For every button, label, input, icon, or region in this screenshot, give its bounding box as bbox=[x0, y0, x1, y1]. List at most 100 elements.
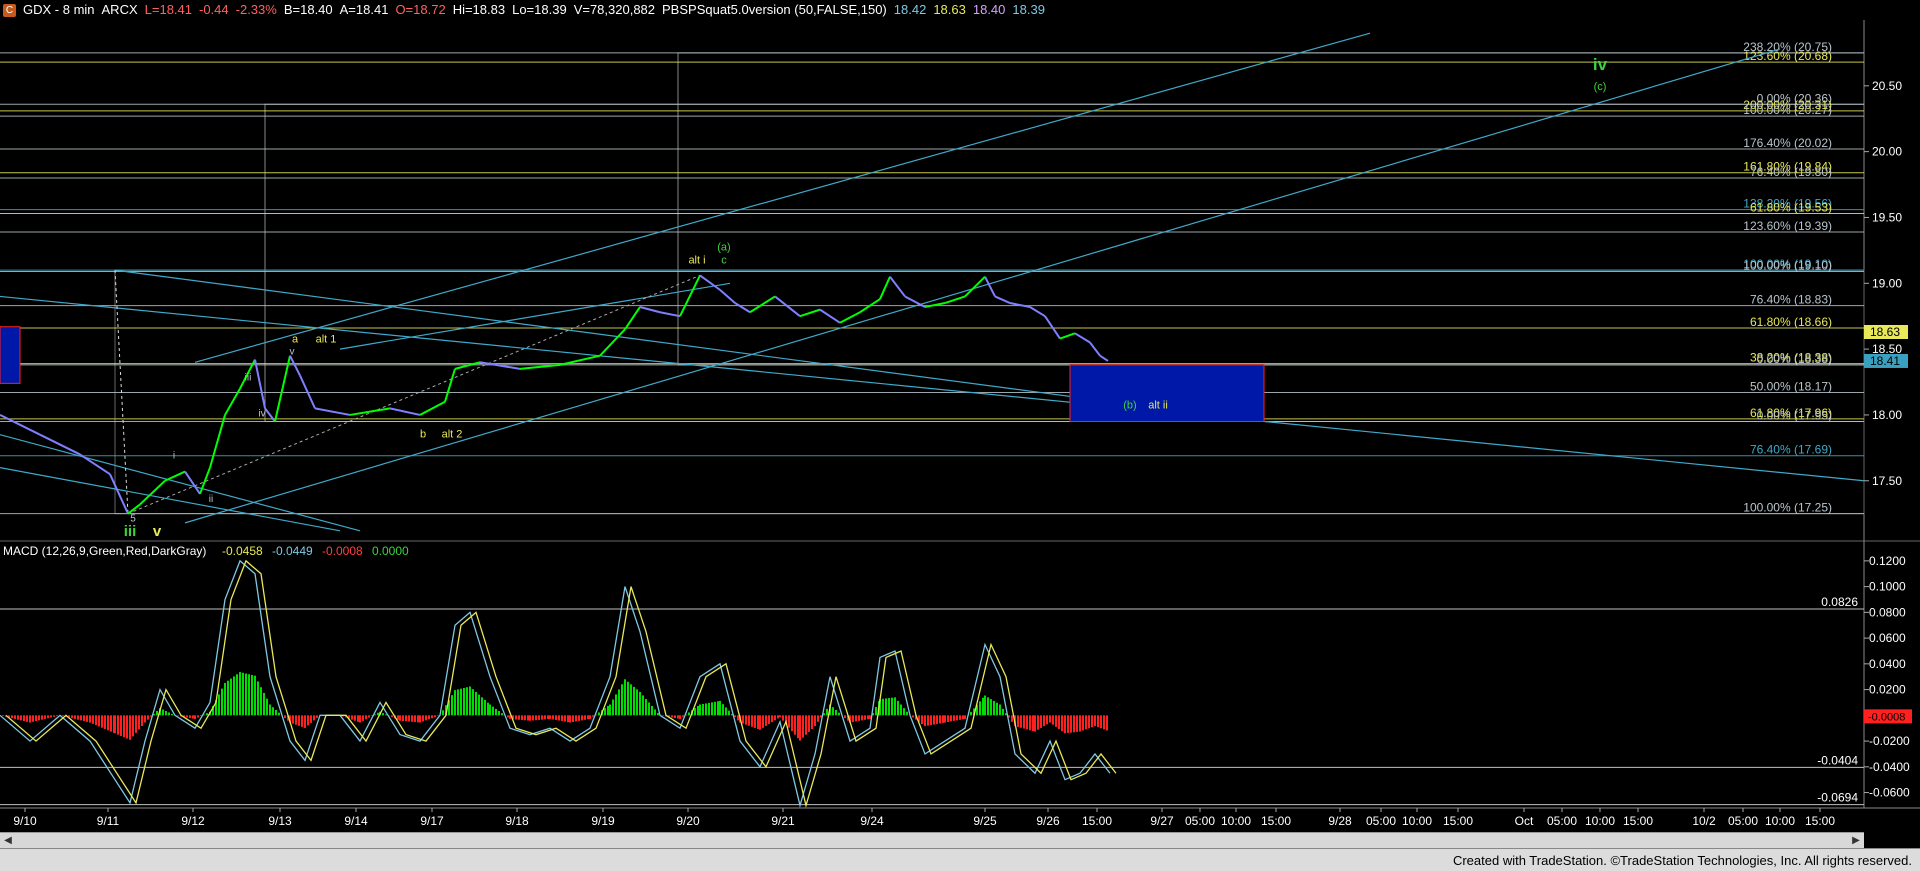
price-segment bbox=[599, 328, 626, 357]
fib-level-label: 100.00% (17.25) bbox=[1743, 501, 1832, 515]
price-tick-label: 20.00 bbox=[1872, 145, 1902, 159]
price-segment bbox=[139, 480, 166, 506]
price-segment bbox=[264, 407, 276, 423]
price-tick-label: 18.00 bbox=[1872, 408, 1902, 422]
time-tick-label: 9/14 bbox=[344, 814, 368, 828]
price-segment bbox=[799, 308, 821, 318]
wave-label: iv bbox=[258, 408, 265, 419]
macd-tick-label: 0.0200 bbox=[1869, 683, 1906, 697]
trend-line bbox=[339, 282, 731, 350]
fib-level-label: 100.00% (19.10) bbox=[1743, 258, 1832, 272]
wave-label: iii bbox=[245, 373, 252, 384]
wave-label: alt ii bbox=[1148, 399, 1168, 411]
price-segment bbox=[1074, 332, 1091, 344]
price-segment bbox=[79, 453, 111, 476]
macd-level-label: -0.0694 bbox=[1817, 791, 1858, 805]
price-segment bbox=[109, 473, 129, 515]
dashed-wave-line bbox=[127, 274, 701, 515]
wave-label: alt 2 bbox=[442, 428, 463, 440]
wave-label: c bbox=[721, 255, 727, 267]
price-segment bbox=[419, 400, 446, 416]
time-tick-label: 05:00 bbox=[1366, 814, 1396, 828]
price-tick-label: 20.50 bbox=[1872, 79, 1902, 93]
price-segment bbox=[719, 289, 736, 304]
time-tick-label: 15:00 bbox=[1082, 814, 1112, 828]
price-segment bbox=[127, 503, 141, 515]
price-segment bbox=[1089, 341, 1101, 357]
fib-level-label: 123.60% (19.39) bbox=[1743, 219, 1832, 233]
scroll-left-icon[interactable]: ◀ bbox=[0, 833, 16, 849]
trend-line bbox=[184, 48, 1781, 524]
price-segment bbox=[879, 276, 891, 300]
price-segment bbox=[314, 407, 351, 416]
macd-tick-label: 0.1000 bbox=[1869, 580, 1906, 594]
fib-box bbox=[677, 52, 1865, 366]
price-segment bbox=[184, 470, 201, 495]
price-segment bbox=[984, 276, 996, 297]
fib-box bbox=[114, 269, 1865, 515]
fib-level-label: 176.40% (20.02) bbox=[1743, 136, 1832, 150]
price-segment bbox=[209, 414, 226, 468]
fib-level-label: 61.80% (18.66) bbox=[1750, 315, 1832, 329]
wave-label: v bbox=[153, 523, 162, 540]
price-tick-label: 19.50 bbox=[1872, 210, 1902, 224]
horizontal-scrollbar[interactable]: ◀ ▶ bbox=[0, 832, 1864, 849]
time-tick-label: 9/13 bbox=[268, 814, 292, 828]
time-tick-label: Oct bbox=[1515, 814, 1534, 828]
time-tick-label: 15:00 bbox=[1805, 814, 1835, 828]
macd-tick-label: -0.0600 bbox=[1869, 786, 1910, 800]
indicator-price-label: 18.63 bbox=[1870, 325, 1900, 339]
fib-level-label: 76.40% (18.83) bbox=[1750, 293, 1832, 307]
fib-level-label: 61.80% (19.53) bbox=[1750, 201, 1832, 215]
price-chart[interactable]: 238.20% (20.75)123.60% (20.68)0.00% (20.… bbox=[0, 0, 1920, 832]
wave-label: (a) bbox=[717, 241, 730, 253]
macd-tick-label: 0.0400 bbox=[1869, 657, 1906, 671]
price-segment bbox=[299, 375, 316, 409]
macd-level-label: -0.0404 bbox=[1817, 753, 1858, 767]
time-tick-label: 9/17 bbox=[420, 814, 444, 828]
time-tick-label: 15:00 bbox=[1443, 814, 1473, 828]
wave-label: iii bbox=[124, 523, 137, 540]
time-tick-label: 10:00 bbox=[1765, 814, 1795, 828]
wave-label: ii bbox=[209, 494, 213, 505]
time-tick-label: 15:00 bbox=[1261, 814, 1291, 828]
price-segment bbox=[254, 359, 266, 409]
fib-level-label: 100.00% (20.27) bbox=[1743, 103, 1832, 117]
time-tick-label: 9/21 bbox=[771, 814, 795, 828]
time-tick-label: 10:00 bbox=[1585, 814, 1615, 828]
macd-value: -0.0449 bbox=[272, 544, 313, 558]
time-tick-label: 10/2 bbox=[1692, 814, 1716, 828]
time-tick-label: 10:00 bbox=[1402, 814, 1432, 828]
price-segment bbox=[444, 368, 456, 403]
scroll-right-icon[interactable]: ▶ bbox=[1848, 833, 1864, 849]
price-segment bbox=[639, 306, 661, 314]
copyright-text: Created with TradeStation. ©TradeStation… bbox=[1452, 853, 1912, 868]
price-segment bbox=[749, 295, 776, 314]
trend-line bbox=[0, 467, 341, 532]
time-tick-label: 9/19 bbox=[591, 814, 615, 828]
macd-tick-label: 0.0600 bbox=[1869, 631, 1906, 645]
macd-value: -0.0458 bbox=[222, 544, 263, 558]
current-price-label: 18.41 bbox=[1870, 354, 1900, 368]
price-segment bbox=[389, 407, 421, 416]
wave-label: i bbox=[173, 450, 175, 461]
fib-level-label: 0.00% (18.38) bbox=[1757, 352, 1832, 366]
target-zone-box bbox=[0, 326, 21, 384]
time-tick-label: 9/11 bbox=[97, 814, 120, 828]
time-tick-label: 15:00 bbox=[1623, 814, 1653, 828]
price-segment bbox=[679, 274, 701, 317]
time-tick-label: 9/27 bbox=[1150, 814, 1174, 828]
price-segment bbox=[624, 306, 641, 330]
time-tick-label: 9/12 bbox=[181, 814, 205, 828]
price-segment bbox=[349, 407, 391, 416]
fib-box bbox=[264, 103, 1865, 423]
macd-tick-label: 0.0800 bbox=[1869, 605, 1906, 619]
trend-line bbox=[0, 434, 361, 532]
price-segment bbox=[774, 295, 801, 317]
time-tick-label: 05:00 bbox=[1185, 814, 1215, 828]
footer-bar: Created with TradeStation. ©TradeStation… bbox=[0, 848, 1920, 871]
wave-label: (b) bbox=[1123, 399, 1136, 411]
target-zone-box bbox=[1069, 364, 1265, 423]
price-segment bbox=[1029, 306, 1046, 318]
price-segment bbox=[734, 302, 751, 314]
